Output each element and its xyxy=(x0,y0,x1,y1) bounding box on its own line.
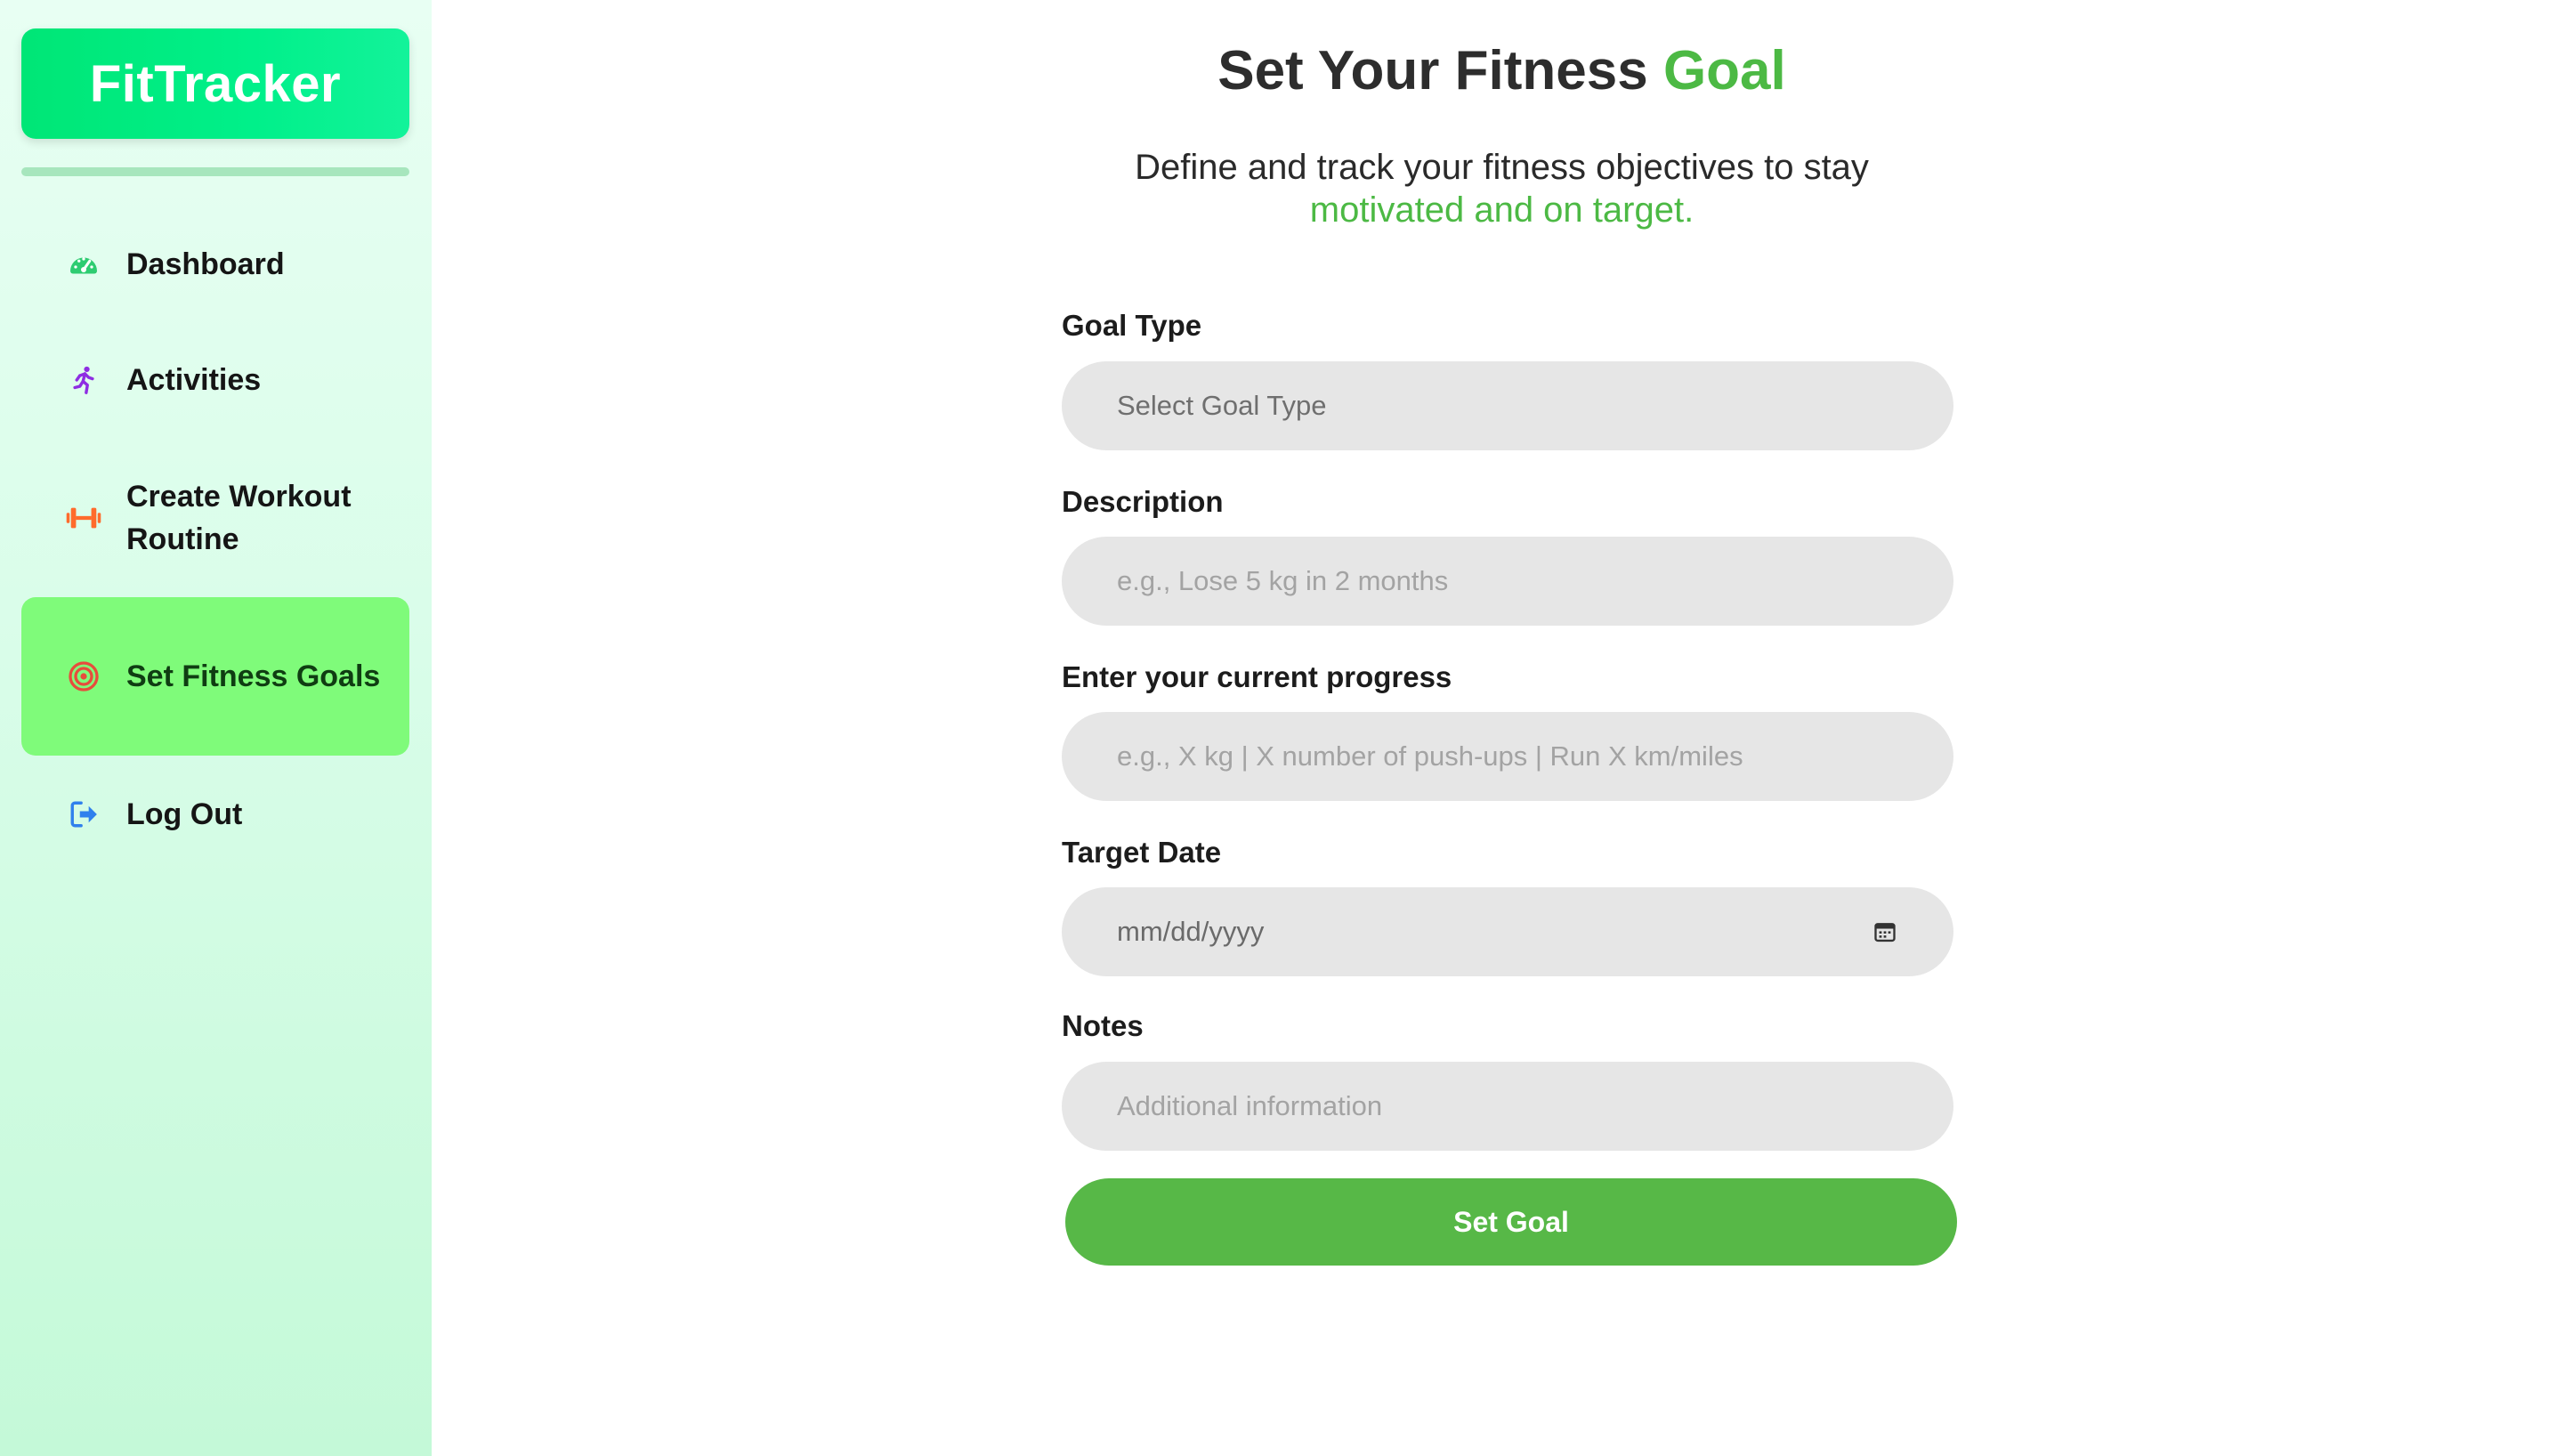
progress-input[interactable]: e.g., X kg | X number of push-ups | Run … xyxy=(1062,712,1953,801)
progress-placeholder: e.g., X kg | X number of push-ups | Run … xyxy=(1117,740,1743,772)
calendar-icon[interactable] xyxy=(1872,918,1898,945)
sidebar-item-create-workout-routine[interactable]: Create Workout Routine xyxy=(21,472,409,564)
sidebar-item-label: Dashboard xyxy=(126,247,285,281)
page-title: Set Your Fitness Goal xyxy=(432,39,2572,102)
subtitle-line-2: motivated and on target. xyxy=(1309,190,1694,230)
description-input[interactable]: e.g., Lose 5 kg in 2 months xyxy=(1062,537,1953,626)
page-subtitle: Define and track your fitness objectives… xyxy=(432,146,2572,231)
target-date-label: Target Date xyxy=(1062,836,1222,869)
description-placeholder: e.g., Lose 5 kg in 2 months xyxy=(1117,565,1449,596)
description-label: Description xyxy=(1062,485,1224,518)
subtitle-line-1: Define and track your fitness objectives… xyxy=(1135,148,1869,187)
target-date-input[interactable]: mm/dd/yyyy xyxy=(1062,887,1953,976)
sidebar-item-set-fitness-goals[interactable]: Set Fitness Goals xyxy=(21,597,409,756)
brand-logo[interactable]: FitTracker xyxy=(21,28,409,139)
sidebar-item-label: Log Out xyxy=(126,797,243,831)
page-title-main: Set Your Fitness xyxy=(1217,40,1663,101)
goal-type-label: Goal Type xyxy=(1062,309,1202,342)
notes-placeholder: Additional information xyxy=(1117,1090,1383,1121)
goal-type-select[interactable]: Select Goal Type xyxy=(1062,361,1953,450)
progress-label: Enter your current progress xyxy=(1062,660,1452,693)
sidebar-item-dashboard[interactable]: Dashboard xyxy=(21,233,409,295)
sidebar-item-log-out[interactable]: Log Out xyxy=(21,783,409,845)
set-goal-button[interactable]: Set Goal xyxy=(1065,1178,1957,1266)
sidebar: FitTracker Dashboard Activities Create W… xyxy=(0,0,432,1456)
sidebar-item-label: Activities xyxy=(126,363,262,397)
sidebar-item-activities[interactable]: Activities xyxy=(21,349,409,411)
sidebar-divider xyxy=(21,167,409,176)
sidebar-item-label: Set Fitness Goals xyxy=(126,659,381,693)
goal-type-value: Select Goal Type xyxy=(1117,390,1327,421)
notes-input[interactable]: Additional information xyxy=(1062,1062,1953,1151)
page-title-accent: Goal xyxy=(1662,40,1786,101)
sidebar-item-label: Create Workout Routine xyxy=(126,480,352,556)
gauge-icon xyxy=(66,247,101,282)
logout-icon xyxy=(66,797,101,832)
dumbbell-icon xyxy=(66,500,101,536)
notes-label: Notes xyxy=(1062,1009,1144,1042)
target-date-placeholder: mm/dd/yyyy xyxy=(1117,916,1265,947)
target-icon xyxy=(66,659,101,694)
running-icon xyxy=(66,362,101,398)
main-content: Set Your Fitness Goal Define and track y… xyxy=(432,0,2572,1456)
